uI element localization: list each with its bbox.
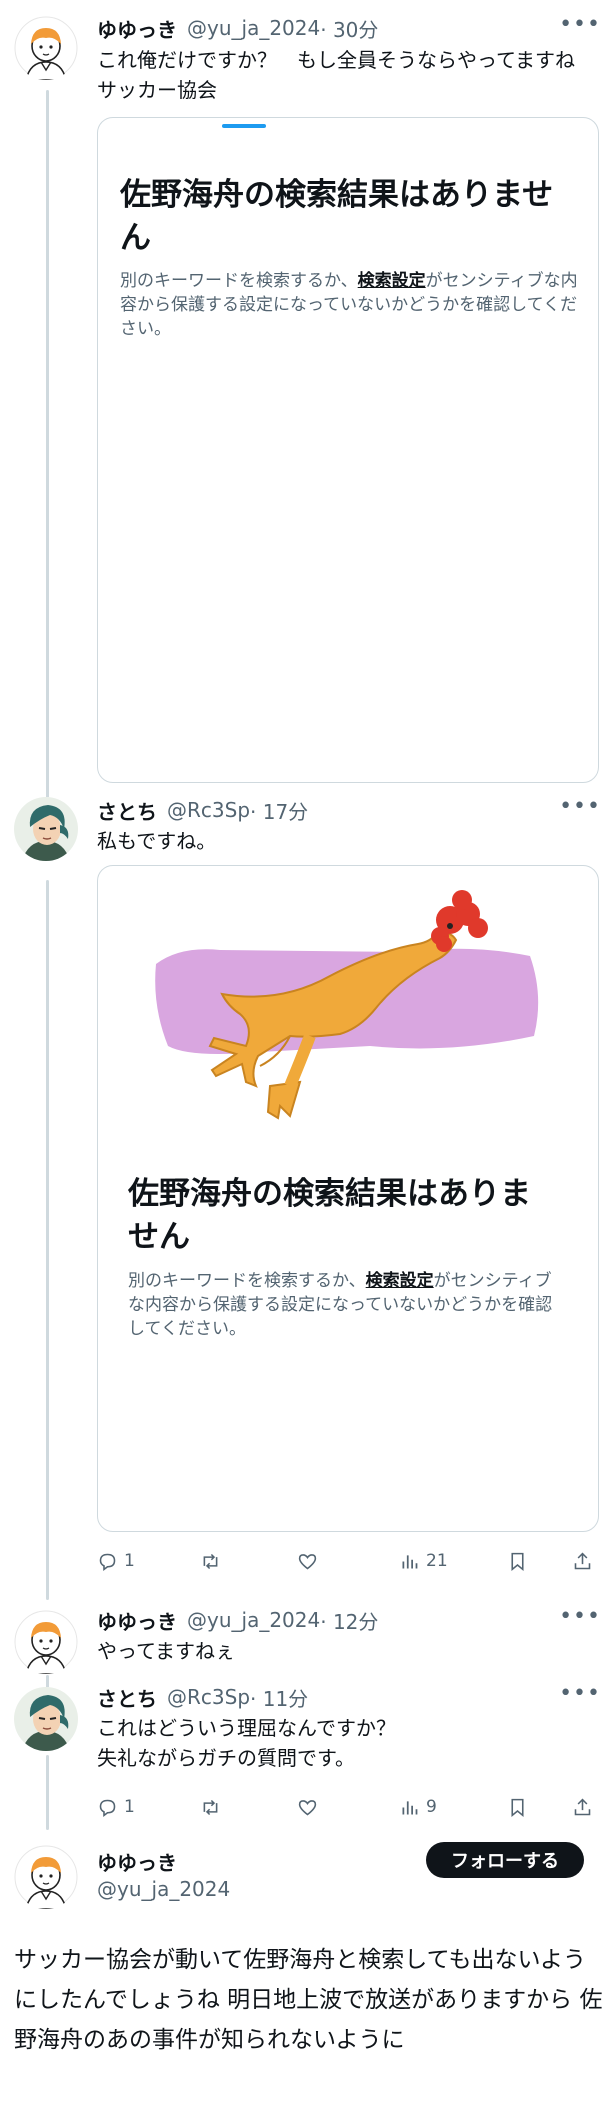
tweet-actions: 1 9 bbox=[97, 1792, 597, 1822]
tweet-header: さとち @Rc3Sp · 11分 bbox=[97, 1682, 308, 1712]
tweet-header: さとち @Rc3Sp · 17分 bbox=[97, 795, 308, 825]
tweet-header: ゆゆっき @yu_ja_2024 · 30分 bbox=[97, 13, 378, 43]
avatar[interactable] bbox=[14, 797, 78, 861]
tweet-actions: 1 21 bbox=[97, 1546, 597, 1576]
avatar[interactable] bbox=[14, 1687, 78, 1751]
reply-button[interactable]: 1 bbox=[97, 1792, 135, 1822]
tweet-header: ゆゆっき @yu_ja_2024 · 12分 bbox=[97, 1605, 378, 1635]
tab-indicator bbox=[222, 124, 266, 128]
bookmark-button[interactable] bbox=[507, 1546, 528, 1576]
retweet-icon bbox=[203, 1799, 218, 1815]
main-post-name[interactable]: ゆゆっき bbox=[97, 1847, 177, 1876]
tweet-text-line: 失礼ながらガチの質問です。 bbox=[97, 1746, 355, 1770]
views-count: 9 bbox=[426, 1797, 437, 1817]
search-result-card[interactable]: 佐野海舟の検索結果はありません 別のキーワードを検索するか、検索設定がセンシティ… bbox=[97, 117, 599, 783]
search-settings-link[interactable]: 検索設定 bbox=[358, 271, 426, 291]
thread-line bbox=[46, 90, 49, 800]
tweet-text: 私もですね。 bbox=[97, 829, 217, 853]
display-name[interactable]: さとち bbox=[97, 1683, 157, 1712]
views-button[interactable]: 9 bbox=[399, 1792, 437, 1822]
display-name[interactable]: ゆゆっき bbox=[97, 1606, 177, 1635]
timestamp[interactable]: · 17分 bbox=[250, 796, 308, 825]
search-result-card[interactable]: 佐野海舟の検索結果はありません 別のキーワードを検索するか、検索設定がセンシティ… bbox=[97, 865, 599, 1532]
user-handle[interactable]: @yu_ja_2024 bbox=[187, 16, 320, 40]
bookmark-icon bbox=[511, 1552, 524, 1571]
display-name[interactable]: さとち bbox=[97, 796, 157, 825]
more-dots-icon[interactable]: ••• bbox=[559, 1604, 601, 1629]
card-description: 別のキーワードを検索するか、検索設定がセンシティブな内容から保護する設定になって… bbox=[120, 269, 580, 341]
like-button[interactable] bbox=[297, 1546, 318, 1576]
bookmark-icon bbox=[511, 1798, 524, 1817]
more-dots-icon[interactable]: ••• bbox=[559, 12, 601, 37]
more-dots-icon[interactable]: ••• bbox=[559, 794, 601, 819]
share-button[interactable] bbox=[572, 1546, 593, 1576]
avatar-cartoon-icon bbox=[14, 1845, 78, 1909]
thread-line bbox=[46, 880, 49, 1600]
user-handle[interactable]: @Rc3Sp bbox=[167, 1685, 250, 1709]
views-button[interactable]: 21 bbox=[399, 1546, 448, 1576]
heart-icon bbox=[298, 1799, 317, 1815]
views-bar-chart-icon bbox=[402, 1800, 418, 1814]
card-desc-text: 別のキーワードを検索するか、 bbox=[120, 271, 358, 291]
like-button[interactable] bbox=[297, 1792, 318, 1822]
card-desc-text: 別のキーワードを検索するか、 bbox=[128, 1271, 366, 1291]
thread-line bbox=[46, 1755, 49, 1830]
views-count: 21 bbox=[426, 1551, 448, 1571]
avatar[interactable] bbox=[14, 1845, 78, 1909]
retweet-icon bbox=[203, 1553, 218, 1569]
more-dots-icon[interactable]: ••• bbox=[559, 1681, 601, 1706]
user-handle[interactable]: @Rc3Sp bbox=[167, 798, 250, 822]
views-bar-chart-icon bbox=[402, 1554, 418, 1568]
share-icon bbox=[574, 1798, 591, 1815]
rubber-chicken-illustration bbox=[155, 890, 539, 1120]
card-description: 別のキーワードを検索するか、検索設定がセンシティブな内容から保護する設定になって… bbox=[128, 1269, 568, 1341]
reply-icon bbox=[99, 1553, 116, 1571]
tweet-text: これはどういう理屈なんですか？ 失礼ながらガチの質問です。 bbox=[97, 1713, 587, 1773]
avatar-cartoon-icon bbox=[14, 1610, 78, 1674]
main-post-text: サッカー協会が動いて佐野海舟と検索しても出ないようにしたんでしょうね 明日地上波… bbox=[14, 1947, 603, 2053]
timestamp[interactable]: · 11分 bbox=[250, 1683, 308, 1712]
user-handle[interactable]: @yu_ja_2024 bbox=[187, 1608, 320, 1632]
search-settings-link[interactable]: 検索設定 bbox=[366, 1271, 434, 1291]
avatar-cartoon-icon bbox=[14, 16, 78, 80]
tweet-text-line: これはどういう理屈なんですか？ bbox=[97, 1716, 396, 1740]
retweet-button[interactable] bbox=[200, 1546, 221, 1576]
display-name[interactable]: ゆゆっき bbox=[97, 14, 177, 43]
card-title: 佐野海舟の検索結果はありません bbox=[120, 177, 554, 256]
timestamp[interactable]: · 12分 bbox=[320, 1606, 378, 1635]
avatar[interactable] bbox=[14, 16, 78, 80]
tweet-text: やってますねぇ bbox=[97, 1639, 235, 1663]
avatar-anime-icon bbox=[14, 1687, 78, 1751]
card-title: 佐野海舟の検索結果はありません bbox=[128, 1176, 531, 1255]
share-button[interactable] bbox=[572, 1792, 593, 1822]
tweet-text: これ俺だけですか？ もし全員そうならやってますね サッカー協会 bbox=[97, 48, 595, 102]
avatar[interactable] bbox=[14, 1610, 78, 1674]
follow-button[interactable]: フォローする bbox=[426, 1842, 584, 1878]
reply-icon bbox=[99, 1799, 116, 1817]
share-icon bbox=[574, 1552, 591, 1569]
retweet-button[interactable] bbox=[200, 1792, 221, 1822]
heart-icon bbox=[298, 1553, 317, 1569]
reply-button[interactable]: 1 bbox=[97, 1546, 135, 1576]
reply-count: 1 bbox=[124, 1797, 135, 1817]
main-post-handle[interactable]: @yu_ja_2024 bbox=[97, 1877, 230, 1901]
avatar-anime-icon bbox=[14, 797, 78, 861]
reply-count: 1 bbox=[124, 1551, 135, 1571]
timestamp[interactable]: · 30分 bbox=[320, 14, 378, 43]
bookmark-button[interactable] bbox=[507, 1792, 528, 1822]
